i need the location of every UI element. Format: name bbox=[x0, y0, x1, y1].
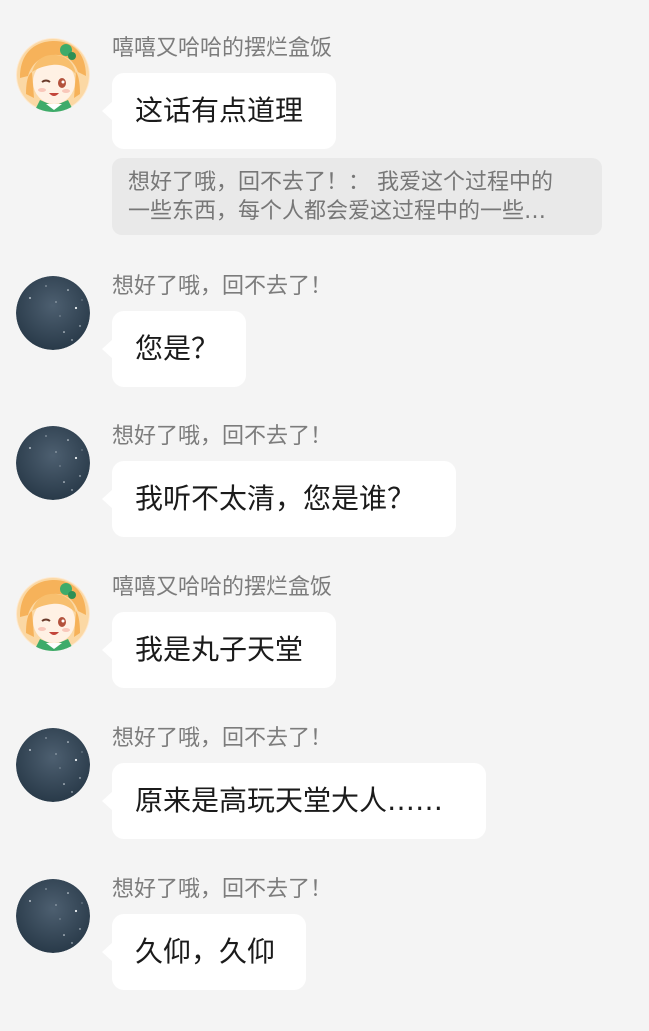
message-bubble[interactable]: 原来是高玩天堂大人…… bbox=[102, 763, 486, 839]
chat-thread: 嘻嘻又哈哈的摆烂盒饭 这话有点道理 想好了哦，回不去了！： 我爱这个过程中的 一… bbox=[0, 0, 649, 1031]
anime-girl-avatar-icon[interactable] bbox=[16, 577, 90, 651]
sender-name: 想好了哦，回不去了！ bbox=[112, 274, 333, 299]
message-bubble[interactable]: 我听不太清，您是谁？ bbox=[102, 461, 456, 537]
sender-name: 想好了哦，回不去了！ bbox=[112, 726, 333, 751]
message-bubble[interactable]: 这话有点道理 bbox=[102, 73, 336, 149]
crescent-moon-avatar-icon[interactable] bbox=[16, 879, 90, 953]
anime-girl-avatar-icon[interactable] bbox=[16, 38, 90, 112]
crescent-moon-avatar-icon[interactable] bbox=[16, 426, 90, 500]
sender-name: 想好了哦，回不去了！ bbox=[112, 424, 333, 449]
sender-name: 嘻嘻又哈哈的摆烂盒饭 bbox=[112, 575, 333, 600]
quoted-reply-line-1: 想好了哦，回不去了！： 我爱这个过程中的 bbox=[128, 170, 553, 195]
message-bubble[interactable]: 您是？ bbox=[102, 311, 246, 387]
sender-name: 嘻嘻又哈哈的摆烂盒饭 bbox=[112, 36, 333, 61]
message-bubble[interactable]: 久仰，久仰 bbox=[102, 914, 306, 990]
message-bubble[interactable]: 我是丸子天堂 bbox=[102, 612, 336, 688]
quoted-reply-line-2: 一些东西，每个人都会爱这过程中的一些… bbox=[128, 199, 547, 224]
crescent-moon-avatar-icon[interactable] bbox=[16, 728, 90, 802]
sender-name: 想好了哦，回不去了！ bbox=[112, 877, 333, 902]
crescent-moon-avatar-icon[interactable] bbox=[16, 276, 90, 350]
quoted-reply[interactable]: 想好了哦，回不去了！： 我爱这个过程中的 一些东西，每个人都会爱这过程中的一些… bbox=[112, 158, 602, 235]
